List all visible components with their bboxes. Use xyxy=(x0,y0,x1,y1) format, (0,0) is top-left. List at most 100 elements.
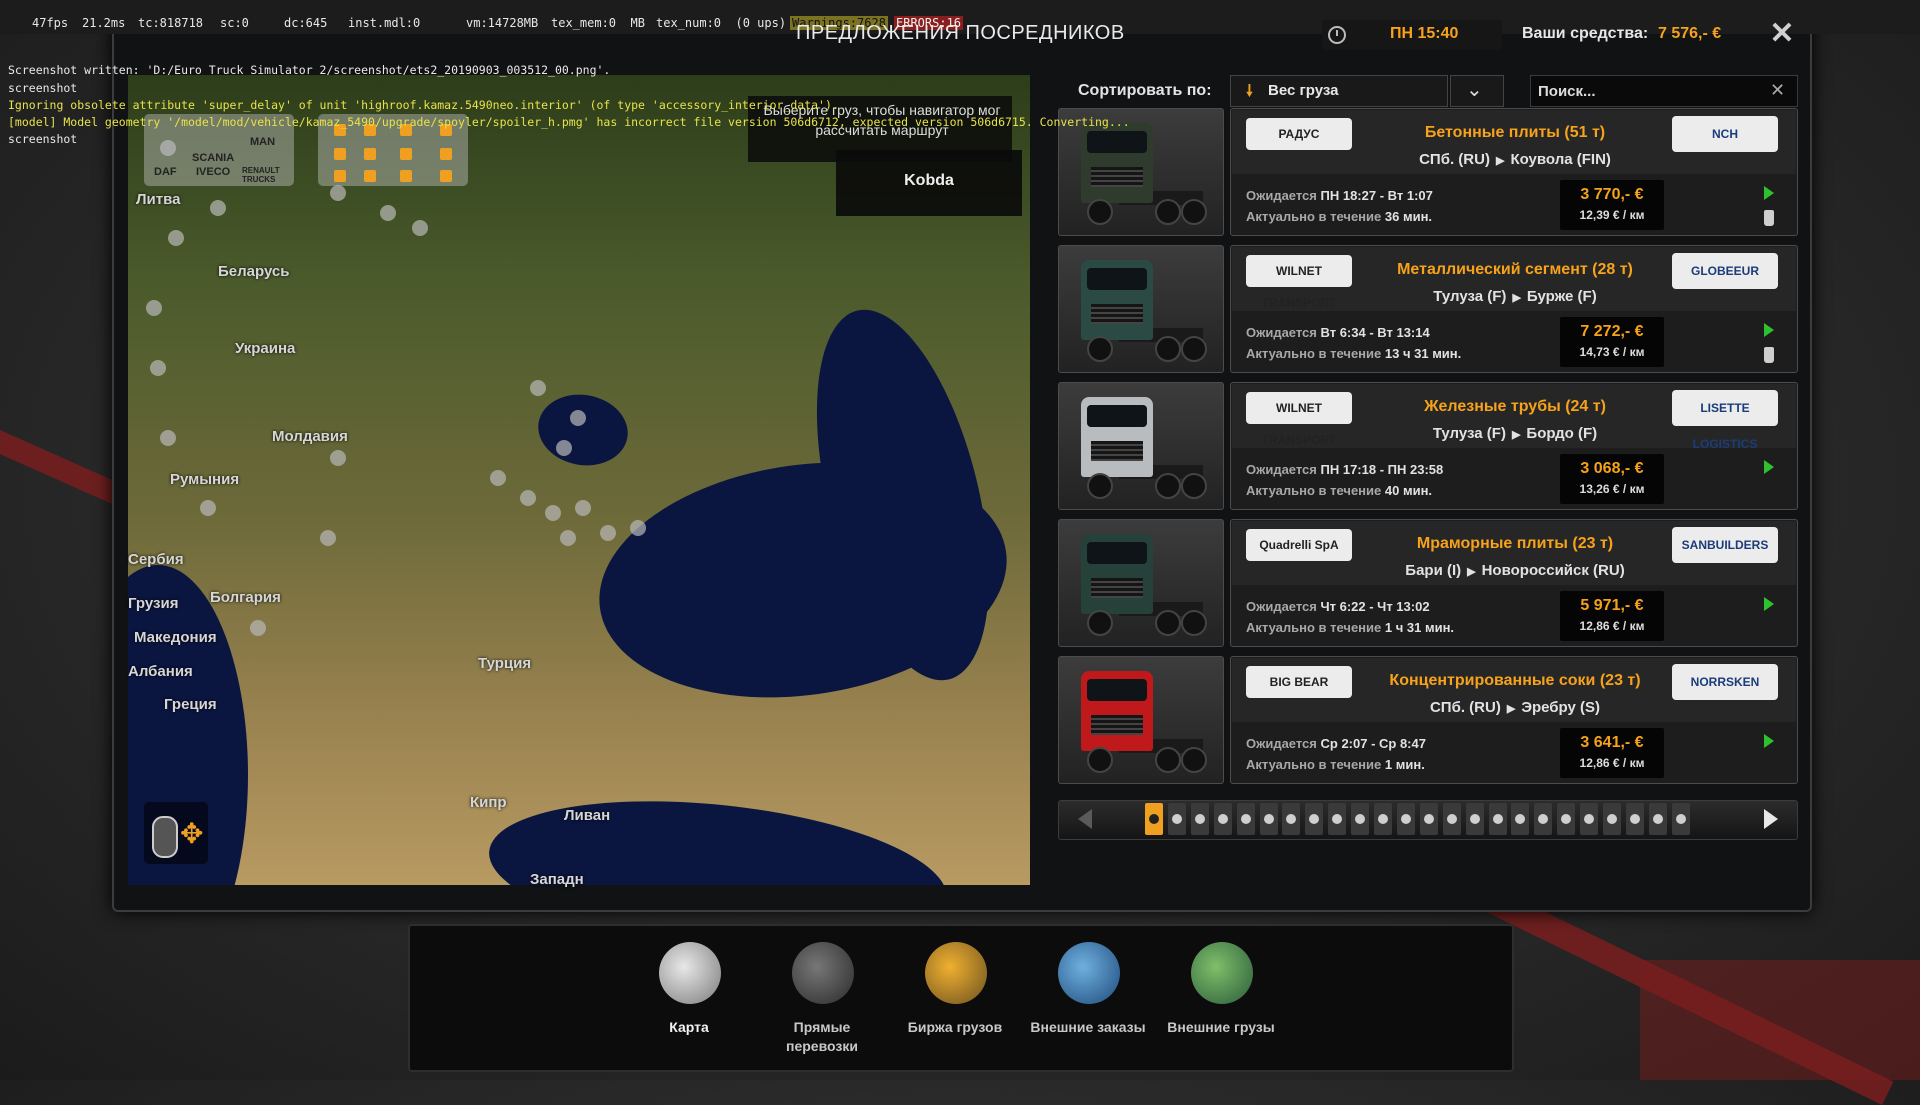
dock-label[interactable]: Внешние заказы xyxy=(1028,1018,1148,1037)
truck-thumbnail[interactable] xyxy=(1058,519,1224,647)
page-dot[interactable] xyxy=(1167,803,1186,835)
map-city-dot[interactable] xyxy=(210,200,226,216)
map-city-dot[interactable] xyxy=(146,300,162,316)
page-dot[interactable] xyxy=(1511,803,1530,835)
map-city-dot[interactable] xyxy=(200,500,216,516)
accept-job-icon[interactable] xyxy=(1764,186,1774,200)
page-dot[interactable] xyxy=(1396,803,1415,835)
route-arrow-icon: ▶ xyxy=(1506,703,1516,715)
fragile-cargo-icon xyxy=(1764,210,1774,226)
accept-job-icon[interactable] xyxy=(1764,597,1774,611)
cargo-name: Металлический сегмент (28 т) xyxy=(1397,261,1633,278)
star-icon[interactable] xyxy=(334,170,346,182)
page-dot[interactable] xyxy=(1488,803,1507,835)
page-dot[interactable] xyxy=(1625,803,1644,835)
map-city-dot[interactable] xyxy=(330,450,346,466)
page-dot[interactable] xyxy=(1259,803,1278,835)
dock-label[interactable]: Карта xyxy=(629,1018,749,1037)
page-dot[interactable] xyxy=(1648,803,1667,835)
map-city-dot[interactable] xyxy=(490,470,506,486)
clear-search-icon[interactable]: ✕ xyxy=(1770,80,1785,101)
page-dot[interactable] xyxy=(1603,803,1621,835)
page-dot[interactable] xyxy=(1190,803,1209,835)
map-label-turkey: Турция xyxy=(478,655,532,672)
close-button[interactable]: ✕ xyxy=(1768,19,1796,49)
dock-item-0[interactable]: Карта xyxy=(629,942,749,1062)
map-city-dot[interactable] xyxy=(150,360,166,376)
dock-label[interactable]: Прямые перевозки xyxy=(762,1018,882,1056)
map-city-dot[interactable] xyxy=(250,620,266,636)
map-city-dot[interactable] xyxy=(380,205,396,221)
map-city-dot[interactable] xyxy=(330,185,346,201)
map-city-dot[interactable] xyxy=(630,520,646,536)
page-dot[interactable] xyxy=(1671,803,1690,835)
dock-item-4[interactable]: Внешние грузы xyxy=(1161,942,1281,1062)
chevron-down-icon[interactable]: ⌄ xyxy=(1466,77,1483,102)
map-city-dot[interactable] xyxy=(412,220,428,236)
next-page-icon[interactable] xyxy=(1764,809,1778,829)
page-dot[interactable] xyxy=(1419,803,1438,835)
page-dot[interactable] xyxy=(1236,803,1255,835)
previous-page-icon[interactable] xyxy=(1078,809,1092,829)
page-dot[interactable] xyxy=(1351,803,1370,835)
job-price: 7 272,- € xyxy=(1580,323,1644,340)
route-from: СПб. (RU) xyxy=(1419,151,1490,168)
company-icon[interactable] xyxy=(364,170,376,182)
page-dot[interactable] xyxy=(1282,803,1301,835)
brand-iveco[interactable]: IVECO xyxy=(196,166,230,178)
sort-value[interactable]: Вес груза xyxy=(1268,82,1338,99)
accept-job-icon[interactable] xyxy=(1764,460,1774,474)
truck-thumbnail[interactable] xyxy=(1058,382,1224,510)
map-city-dot[interactable] xyxy=(570,410,586,426)
page-dot[interactable] xyxy=(1534,803,1553,835)
map-city-dot[interactable] xyxy=(160,430,176,446)
page-dot[interactable] xyxy=(1580,803,1599,835)
debug-tc: tc:818718 xyxy=(138,16,204,30)
page-dot[interactable] xyxy=(1465,803,1484,835)
map-city-dot[interactable] xyxy=(545,505,561,521)
accept-job-icon[interactable] xyxy=(1764,323,1774,337)
brand-daf[interactable]: DAF xyxy=(154,166,177,178)
dock-label[interactable]: Биржа грузов xyxy=(895,1018,1015,1037)
map-city-dot[interactable] xyxy=(520,490,536,506)
truck-thumbnail[interactable] xyxy=(1058,245,1224,373)
valid-label: Актуально в течение xyxy=(1246,483,1382,498)
viewpoint-icon[interactable] xyxy=(440,170,452,182)
cargo-market-icon[interactable] xyxy=(925,942,987,1004)
sort-select[interactable] xyxy=(1230,75,1448,107)
dock-label[interactable]: Внешние грузы xyxy=(1161,1018,1281,1037)
map-city-dot[interactable] xyxy=(600,525,616,541)
page-dot[interactable] xyxy=(1374,803,1392,835)
map-city-dot[interactable] xyxy=(168,230,184,246)
ferry-icon[interactable] xyxy=(400,170,412,182)
page-dot[interactable] xyxy=(1328,803,1347,835)
map-city-dot[interactable] xyxy=(575,500,591,516)
debug-sc: sc:0 xyxy=(220,16,249,30)
route-to: Бурже (F) xyxy=(1526,288,1597,305)
globe-cargo-icon[interactable] xyxy=(1191,942,1253,1004)
brand-renault[interactable]: RENAULT TRUCKS xyxy=(242,166,286,184)
europe-map-icon[interactable] xyxy=(659,942,721,1004)
dock-item-3[interactable]: Внешние заказы xyxy=(1028,942,1148,1062)
expected-time: Чт 6:22 - Чт 13:02 xyxy=(1320,599,1430,614)
map-city-dot[interactable] xyxy=(320,530,336,546)
globe-orders-icon[interactable] xyxy=(1058,942,1120,1004)
map-label-lithuania: Литва xyxy=(136,191,181,208)
sort-direction-icon[interactable]: 🠗 xyxy=(1246,80,1253,107)
page-dot[interactable] xyxy=(1145,803,1163,835)
dock-item-2[interactable]: Биржа грузов xyxy=(895,942,1015,1062)
dock-item-1[interactable]: Прямые перевозки xyxy=(762,942,882,1062)
page-dot[interactable] xyxy=(1557,803,1576,835)
job-price: 3 641,- € xyxy=(1580,734,1644,751)
forklift-icon[interactable] xyxy=(792,942,854,1004)
map-city-dot[interactable] xyxy=(556,440,572,456)
valid-time: 13 ч 31 мин. xyxy=(1384,346,1462,361)
map-city-dot[interactable] xyxy=(530,380,546,396)
page-dot[interactable] xyxy=(1442,803,1461,835)
accept-job-icon[interactable] xyxy=(1764,734,1774,748)
search-input[interactable] xyxy=(1536,78,1760,104)
map-city-dot[interactable] xyxy=(560,530,576,546)
page-dot[interactable] xyxy=(1213,803,1232,835)
page-dot[interactable] xyxy=(1305,803,1324,835)
truck-thumbnail[interactable] xyxy=(1058,656,1224,784)
